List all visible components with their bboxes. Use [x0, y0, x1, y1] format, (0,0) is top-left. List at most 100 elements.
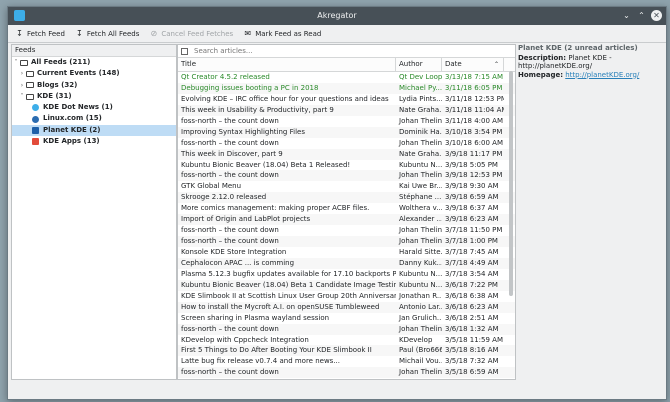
article-author-cell: Jan Grulich...	[399, 313, 442, 322]
feed-item-kde[interactable]: ˅ KDE (31)	[12, 91, 176, 102]
article-table-header: Title Author Date ⌃	[178, 58, 515, 72]
article-date-cell: 3/7/18 11:50 PM	[445, 226, 503, 235]
column-author[interactable]: Author	[396, 58, 442, 71]
column-date[interactable]: Date ⌃	[442, 58, 504, 71]
search-input[interactable]	[194, 47, 494, 55]
article-date-cell: 3/9/18 6:59 AM	[445, 193, 499, 202]
feed-item-all[interactable]: ˅ All Feeds (211)	[12, 57, 176, 68]
table-row[interactable]: KDevelop with Cppcheck Integration KDevel…	[178, 335, 515, 346]
feed-item-blogs[interactable]: › Blogs (32)	[12, 80, 176, 91]
mark-feed-as-read-button[interactable]: ✉ Mark Feed as Read	[243, 29, 321, 38]
table-row[interactable]: KDE Slimbook II at Scottish Linux User G…	[178, 291, 515, 302]
table-row[interactable]: foss-north – the count down Johan Thelin 3…	[178, 116, 515, 127]
table-row[interactable]: foss-north – the count down Johan Thelin 3…	[178, 225, 515, 236]
article-title-cell: foss-north – the count down	[181, 237, 279, 246]
table-row[interactable]: Skrooge 2.12.0 released Stéphane ... 3/9/1…	[178, 192, 515, 204]
article-date-cell: 3/9/18 6:23 AM	[445, 215, 499, 224]
homepage-label: Homepage:	[518, 70, 564, 79]
collapse-icon[interactable]: ˅	[12, 57, 20, 68]
fetch-all-label: Fetch All Feeds	[86, 29, 140, 38]
article-date-cell: 3/6/18 2:51 AM	[445, 313, 499, 322]
article-author-cell: Wolthera v...	[399, 204, 442, 213]
window-title: Akregator	[317, 11, 357, 20]
description-label: Description:	[518, 53, 567, 62]
table-row[interactable]: GTK Global Menu Kai Uwe Br... 3/9/18 9:30 …	[178, 181, 515, 192]
feed-item-kde-dot-news[interactable]: KDE Dot News (1)	[12, 102, 176, 113]
article-title-cell: Latte bug fix release v0.7.4 and more ne…	[181, 357, 341, 366]
article-title-cell: foss-north – the count down	[181, 324, 279, 333]
download-icon: ↧	[16, 28, 23, 38]
table-row[interactable]: This week in Discover, part 9 Nate Graha.…	[178, 148, 515, 160]
title-bar[interactable]: Akregator ⌄ ⌃ ✕	[8, 7, 666, 25]
table-row[interactable]: Qt Creator 4.5.2 released Qt Dev Loop 3/13…	[178, 72, 515, 83]
table-row[interactable]: Import of Origin and LabPlot projects Ale…	[178, 214, 515, 226]
table-row[interactable]: Cephalocon APAC ... is comming Danny Kuk.…	[178, 257, 515, 269]
feeds-header[interactable]: Feeds	[12, 45, 176, 57]
expand-icon[interactable]: ›	[18, 80, 26, 91]
table-row[interactable]: foss-north – the count down Johan Thelin 3…	[178, 323, 515, 335]
feed-tree-panel: Feeds ˅ All Feeds (211) › Current Events…	[11, 44, 177, 380]
article-date-cell: 3/9/18 9:30 AM	[445, 182, 499, 191]
close-icon[interactable]: ✕	[651, 10, 662, 21]
article-title-cell: Evolving KDE – IRC office hour for your …	[181, 94, 389, 103]
table-row[interactable]: Screen sharing in Plasma wayland session…	[178, 313, 515, 324]
table-row[interactable]: This week in Usability & Productivity, p…	[178, 104, 515, 116]
folder-icon	[26, 82, 34, 89]
article-author-cell: Michail Vou...	[399, 357, 442, 366]
article-author-cell: Johan Thelin	[399, 171, 442, 180]
table-row[interactable]: Kubuntu Bionic Beaver (18.04) Beta 1 Rel…	[178, 160, 515, 171]
table-row[interactable]: First 5 Things to Do After Booting Your …	[178, 345, 515, 357]
feed-details-title: Planet KDE (2 unread articles)	[518, 44, 638, 52]
article-author-cell: Kai Uwe Br...	[399, 182, 442, 191]
homepage-link[interactable]: http://planetKDE.org/	[565, 71, 639, 79]
article-date-cell: 3/11/18 11:04 AM	[445, 105, 504, 114]
table-row[interactable]: Plasma 5.12.3 bugfix updates available f…	[178, 269, 515, 280]
article-author-cell: Lydia Pints...	[399, 94, 442, 103]
article-title-cell: This week in Discover, part 9	[181, 149, 283, 158]
search-bar	[178, 45, 515, 58]
maximize-icon[interactable]: ⌃	[636, 10, 647, 21]
article-title-cell: foss-north – the count down	[181, 171, 279, 180]
article-author-cell: Johan Thelin	[399, 116, 442, 125]
table-row[interactable]: Evolving KDE – IRC office hour for your …	[178, 94, 515, 105]
table-row[interactable]: foss-north – the count down Johan Thelin 3…	[178, 367, 515, 379]
article-date-cell: 3/7/18 3:54 AM	[445, 269, 499, 278]
table-row[interactable]: Konsole KDE Store Integration Harald Sitt…	[178, 247, 515, 258]
table-row[interactable]: More comics management: making proper AC…	[178, 203, 515, 214]
article-title-cell: First 5 Things to Do After Booting Your …	[181, 346, 372, 355]
article-date-cell: 3/6/18 6:23 AM	[445, 302, 499, 311]
homepage-line: Homepage: http://planetKDE.org/	[518, 71, 663, 80]
feed-item-current-events[interactable]: › Current Events (148)	[12, 68, 176, 79]
fetch-all-feeds-button[interactable]: ↧ Fetch All Feeds	[75, 29, 140, 38]
table-row[interactable]: foss-north – the count down Johan Thelin 3…	[178, 138, 515, 149]
article-title-cell: More comics management: making proper AC…	[181, 204, 370, 213]
article-list-scrollbar[interactable]	[509, 71, 513, 296]
table-row[interactable]: Kubuntu Bionic Beaver (18.04) Beta 1 Can…	[178, 279, 515, 291]
minimize-icon[interactable]: ⌄	[621, 10, 632, 21]
feed-item-label: KDE (31)	[37, 91, 72, 100]
table-row[interactable]: foss-north – the count down Johan Thelin 3…	[178, 236, 515, 247]
article-date-cell: 3/5/18 6:59 AM	[445, 368, 499, 377]
column-title[interactable]: Title	[178, 58, 396, 71]
feed-item-planet-kde[interactable]: Planet KDE (2)	[12, 124, 176, 137]
article-author-cell: Nate Graha...	[399, 105, 442, 114]
expand-icon[interactable]: ›	[18, 68, 26, 79]
feed-item-kde-apps[interactable]: KDE Apps (13)	[12, 136, 176, 147]
article-author-cell: Harald Sitte...	[399, 248, 442, 256]
article-title-cell: Konsole KDE Store Integration	[181, 248, 287, 256]
kde-dot-news-icon	[32, 104, 39, 112]
article-author-cell: Antonio Lar...	[399, 302, 442, 311]
collapse-icon[interactable]: ˅	[18, 91, 26, 102]
fetch-feed-button[interactable]: ↧ Fetch Feed	[15, 28, 65, 38]
table-row[interactable]: Improving Syntax Highlighting Files Domin…	[178, 126, 515, 138]
table-row[interactable]: Debugging issues booting a PC in 2018 Mic…	[178, 82, 515, 94]
feed-item-label: Current Events (148)	[37, 69, 120, 78]
feed-item-linux-com[interactable]: Linux.com (15)	[12, 113, 176, 124]
feed-item-label: All Feeds (211)	[31, 58, 91, 66]
table-row[interactable]: foss-north – the count down Johan Thelin 3…	[178, 170, 515, 182]
table-row[interactable]: Latte bug fix release v0.7.4 and more ne…	[178, 356, 515, 367]
table-row[interactable]: How to install the Mycroft A.I. on openS…	[178, 301, 515, 313]
article-date-cell: 3/9/18 12:53 PM	[445, 171, 503, 180]
linux-com-icon	[32, 115, 39, 123]
cancel-feed-fetches-button[interactable]: ⊘ Cancel Feed Fetches	[149, 29, 234, 38]
